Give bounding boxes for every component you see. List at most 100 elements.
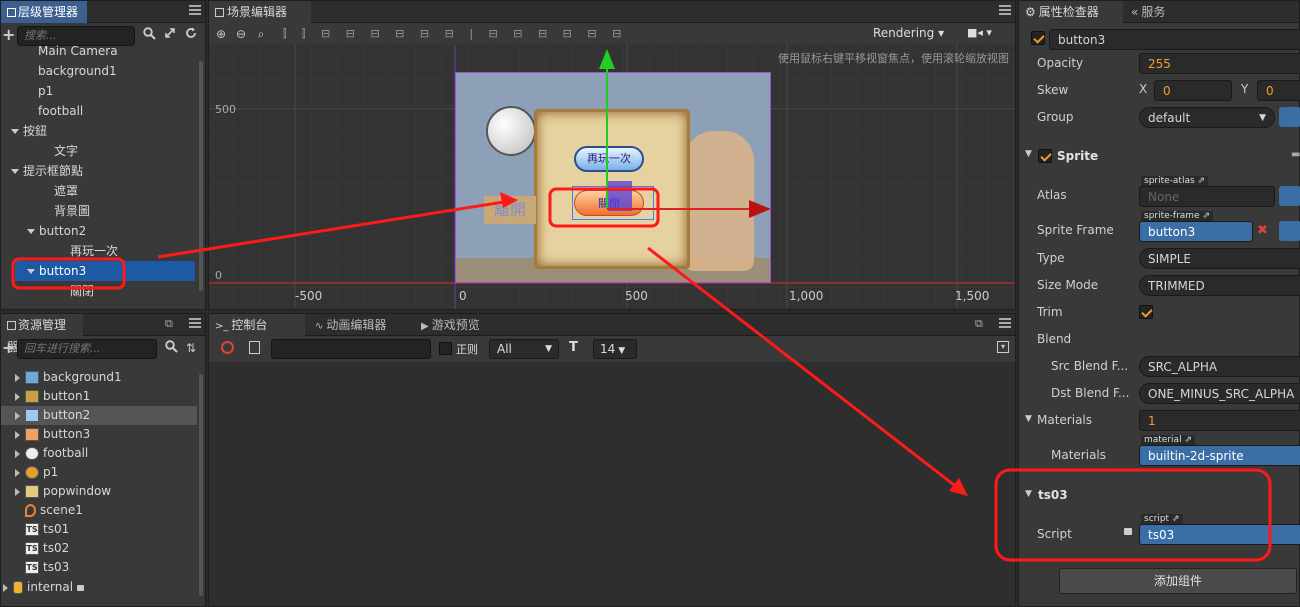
- hierarchy-scrollbar[interactable]: [199, 61, 203, 291]
- chevron-down-icon[interactable]: ▼: [1025, 414, 1032, 424]
- gizmo-handle[interactable]: [608, 181, 632, 211]
- sprite-frame-field[interactable]: button3: [1139, 221, 1253, 242]
- tab-hierarchy[interactable]: 层级管理器: [1, 1, 87, 23]
- asset-item[interactable]: button2: [1, 406, 197, 425]
- panel-menu-icon[interactable]: [999, 318, 1011, 328]
- skew-x-field[interactable]: 0: [1154, 80, 1232, 101]
- game-canvas[interactable]: 再玩一次 關閉 離開: [455, 72, 771, 283]
- sort-icon[interactable]: ⇅: [183, 340, 199, 356]
- zoom-in-icon[interactable]: ⊕: [213, 26, 229, 42]
- tree-node[interactable]: 文字: [1, 141, 197, 161]
- tree-node[interactable]: background1: [1, 61, 197, 81]
- search-icon[interactable]: [141, 27, 157, 43]
- size-mode-select[interactable]: TRIMMED: [1139, 275, 1300, 296]
- zoom-out-icon[interactable]: ⊖: [233, 26, 249, 42]
- asset-item[interactable]: TS ts02: [1, 539, 197, 558]
- script-field[interactable]: ts03: [1139, 524, 1300, 545]
- expand-arrow-icon[interactable]: [3, 583, 8, 592]
- add-icon[interactable]: +: [2, 338, 15, 357]
- atlas-field[interactable]: None: [1139, 186, 1275, 207]
- tree-node[interactable]: football: [1, 101, 197, 121]
- clear-x-icon[interactable]: ✖: [1257, 223, 1268, 238]
- asset-item[interactable]: button3: [1, 425, 197, 444]
- group-select[interactable]: default ▼: [1139, 107, 1275, 128]
- tab-animation-editor[interactable]: ∿ 动画编辑器: [309, 314, 392, 336]
- panel-menu-icon[interactable]: [999, 5, 1011, 15]
- tree-node[interactable]: Main Camera: [1, 45, 197, 61]
- sprite-frame-edit-button[interactable]: [1279, 221, 1300, 241]
- console-log-area[interactable]: [209, 364, 1015, 606]
- asset-item[interactable]: scene1: [1, 501, 197, 520]
- tab-inspector[interactable]: ⚙ 属性检查器: [1019, 1, 1123, 23]
- expand-arrow-icon[interactable]: [15, 392, 20, 401]
- clear-icon[interactable]: [221, 341, 234, 354]
- add-component-button[interactable]: 添加组件: [1059, 568, 1297, 594]
- search-icon[interactable]: [163, 340, 179, 356]
- tree-node[interactable]: 遮罩: [1, 181, 197, 201]
- expand-arrow-icon[interactable]: [27, 269, 35, 274]
- chevron-down-icon[interactable]: ▼: [1025, 489, 1032, 499]
- dst-blend-select[interactable]: ONE_MINUS_SRC_ALPHA: [1139, 383, 1300, 404]
- tab-game-preview[interactable]: ▶ 游戏预览: [415, 314, 486, 336]
- regex-checkbox[interactable]: [439, 342, 452, 355]
- expand-arrow-icon[interactable]: [15, 430, 20, 439]
- sprite-section-header[interactable]: ▼ Sprite ▬: [1019, 145, 1300, 167]
- asset-internal-folder[interactable]: internal: [1, 577, 197, 597]
- skew-y-field[interactable]: 0: [1257, 80, 1300, 101]
- log-file-icon[interactable]: [249, 341, 260, 354]
- asset-item[interactable]: popwindow: [1, 482, 197, 501]
- opacity-field[interactable]: 255: [1139, 53, 1300, 74]
- ts03-section-header[interactable]: ▼ ts03: [1019, 485, 1300, 505]
- asset-item[interactable]: TS ts01: [1, 520, 197, 539]
- font-size-select[interactable]: 14 ▼: [593, 339, 637, 359]
- assets-scrollbar[interactable]: [199, 374, 203, 596]
- asset-item[interactable]: p1: [1, 463, 197, 482]
- tree-node[interactable]: button2: [1, 221, 197, 241]
- expand-arrow-icon[interactable]: [11, 169, 19, 174]
- refresh-icon[interactable]: [183, 27, 199, 43]
- expand-arrow-icon[interactable]: [15, 411, 20, 420]
- sprite-enabled-checkbox[interactable]: [1038, 149, 1052, 163]
- popout-icon[interactable]: ⧉: [975, 317, 983, 331]
- tab-assets[interactable]: 资源管理器: [1, 314, 83, 354]
- tree-node[interactable]: 背景圖: [1, 201, 197, 221]
- console-filter-input[interactable]: [271, 339, 431, 359]
- popout-icon[interactable]: ⧉: [165, 317, 173, 331]
- material-field[interactable]: builtin-2d-sprite: [1139, 445, 1300, 466]
- trim-checkbox[interactable]: [1139, 305, 1153, 319]
- tree-node[interactable]: 提示框節點: [1, 161, 197, 181]
- tree-node[interactable]: 再玩一次: [1, 241, 197, 261]
- node-active-checkbox[interactable]: [1031, 31, 1045, 45]
- assets-search-input[interactable]: 回车进行搜索...: [17, 339, 157, 359]
- expand-arrow-icon[interactable]: [15, 487, 20, 496]
- expand-arrow-icon[interactable]: [15, 449, 20, 458]
- add-icon[interactable]: +: [2, 25, 15, 44]
- align-tools[interactable]: ⫿ ⫿ ⊟ ⊟ ⊟ ⊟ ⊟ ⊟ | ⊟ ⊟ ⊟ ⊟ ⊟ ⊟: [283, 27, 627, 41]
- render-mode-select[interactable]: Rendering ▾: [873, 26, 944, 40]
- asset-item[interactable]: TS ts03: [1, 558, 197, 577]
- leave-button-sprite[interactable]: 離開: [484, 196, 536, 224]
- src-blend-select[interactable]: SRC_ALPHA: [1139, 356, 1300, 377]
- chevron-down-icon[interactable]: ▼: [1025, 149, 1032, 159]
- tree-node[interactable]: button3: [15, 261, 195, 281]
- asset-item[interactable]: football: [1, 444, 197, 463]
- collapse-icon[interactable]: [162, 27, 178, 43]
- tab-scene-editor[interactable]: 场景编辑器: [209, 1, 311, 23]
- group-edit-button[interactable]: [1279, 107, 1300, 127]
- asset-item[interactable]: background1: [1, 368, 197, 387]
- tree-node[interactable]: 按鈕: [1, 121, 197, 141]
- replay-button[interactable]: 再玩一次: [574, 146, 644, 172]
- zoom-fit-icon[interactable]: ⌕: [253, 26, 269, 42]
- expand-arrow-icon[interactable]: [15, 373, 20, 382]
- panel-menu-icon[interactable]: [189, 318, 201, 328]
- log-level-select[interactable]: All ▼: [489, 339, 559, 359]
- expand-arrow-icon[interactable]: [11, 129, 19, 134]
- asset-item[interactable]: button1: [1, 387, 197, 406]
- tree-node[interactable]: p1: [1, 81, 197, 101]
- component-menu-icon[interactable]: ▬: [1291, 149, 1300, 160]
- atlas-select-button[interactable]: [1279, 186, 1300, 206]
- tree-node[interactable]: 關閉: [1, 281, 197, 301]
- expand-arrow-icon[interactable]: [15, 468, 20, 477]
- collapse-toggle-icon[interactable]: ▾: [997, 341, 1009, 353]
- scene-viewport[interactable]: 500 0 -500 0 500 1,000 1,500 使用鼠标右键平移视窗焦…: [209, 45, 1015, 309]
